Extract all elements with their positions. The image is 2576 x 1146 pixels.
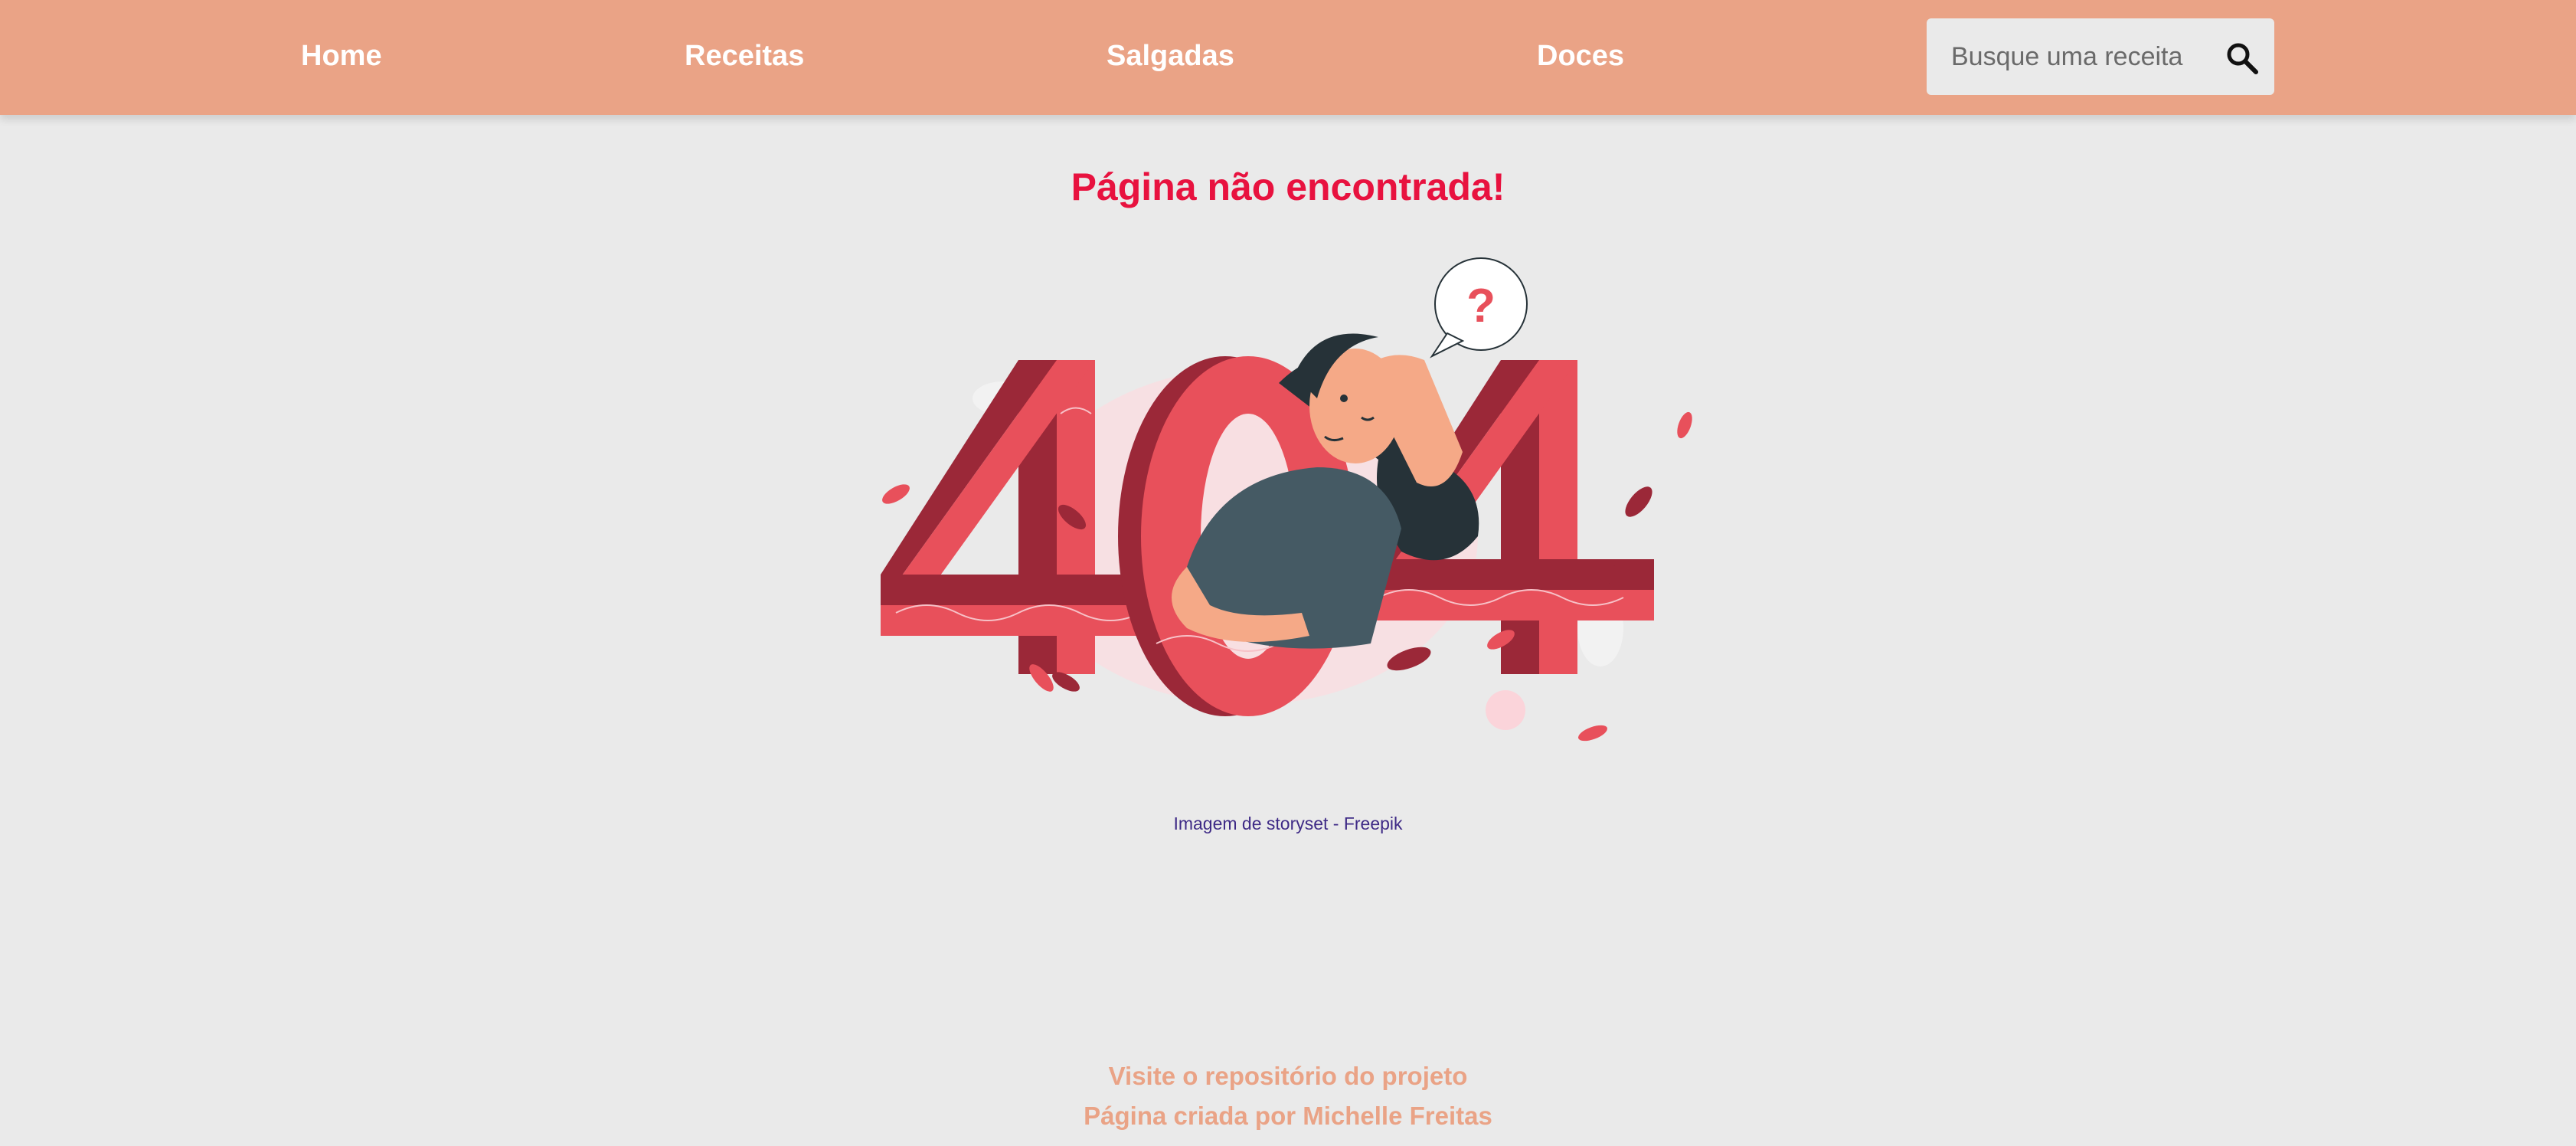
speech-bubble: ? [1430, 257, 1528, 359]
nav-doces[interactable]: Doces [1537, 0, 1624, 115]
question-mark: ? [1466, 280, 1496, 332]
pink-dot [1486, 690, 1525, 730]
search-input[interactable] [1927, 18, 2212, 95]
search-box [1927, 18, 2274, 95]
author-link[interactable]: Página criada por Michelle Freitas [1084, 1102, 1492, 1130]
nav-home[interactable]: Home [301, 0, 382, 115]
repo-link[interactable]: Visite o repositório do projeto [1109, 1062, 1468, 1090]
nav-receitas[interactable]: Receitas [685, 0, 804, 115]
top-navbar: Home Receitas Salgadas Doces [0, 0, 2576, 115]
page-title: Página não encontrada! [1071, 165, 1505, 208]
404-illustration: ? [881, 257, 1692, 742]
nav-salgadas[interactable]: Salgadas [1107, 0, 1234, 115]
search-icon[interactable] [2222, 38, 2262, 78]
image-credit-link[interactable]: Imagem de storyset - Freepik [1173, 814, 1402, 833]
footer-repo: Visite o repositório do projeto [0, 1062, 2576, 1091]
footer-author: Página criada por Michelle Freitas [0, 1102, 2576, 1131]
image-credit: Imagem de storyset - Freepik [0, 814, 2576, 834]
